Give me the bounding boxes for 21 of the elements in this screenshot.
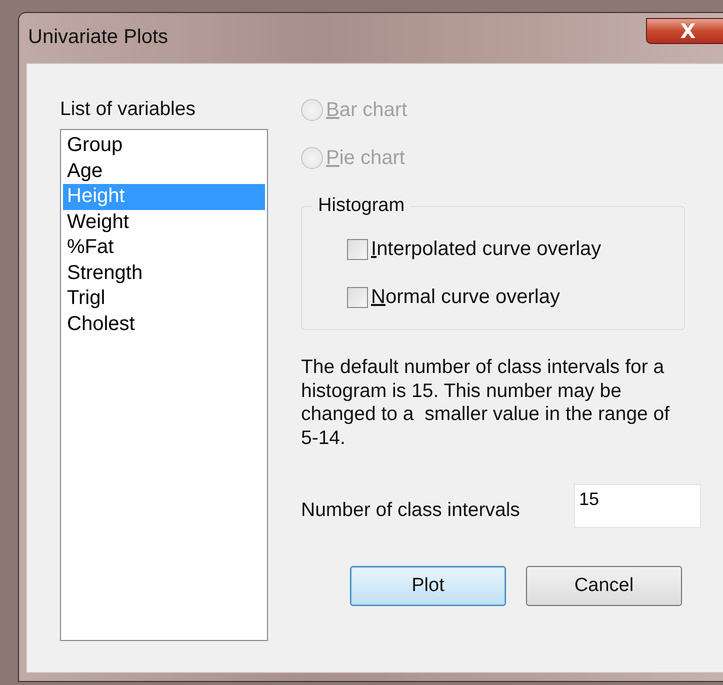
input-field[interactable]: 15: [574, 484, 701, 528]
list-item[interactable]: Strength: [63, 260, 265, 286]
checkbox[interactable]: [347, 286, 368, 308]
list-item[interactable]: Group: [63, 133, 265, 158]
checkbox-label[interactable]: Interpolated curve overlay: [371, 238, 602, 260]
list-item[interactable]: Weight: [63, 210, 265, 235]
checkbox-label[interactable]: Normal curve overlay: [371, 286, 560, 308]
list-label: List of variables: [60, 98, 196, 120]
list-item[interactable]: Age: [63, 158, 265, 184]
list-item[interactable]: Trigl: [63, 286, 265, 312]
close-button[interactable]: X: [646, 18, 723, 44]
dialog-button[interactable]: Cancel: [526, 566, 682, 606]
window-title: Univariate Plots: [28, 26, 168, 49]
checkbox[interactable]: [347, 238, 368, 260]
field-label: Number of class intervals: [301, 498, 521, 522]
dialog-button[interactable]: Plot: [350, 566, 506, 606]
group-title: Histogram: [317, 195, 406, 217]
list-item[interactable]: Cholest: [63, 312, 265, 337]
note-text: The default number of class intervals for a histogram is 15. This number may be changed to a smaller value in the range of 5-14.: [301, 356, 671, 450]
variable-list[interactable]: Group Age Height Weight %Fat Strength Trigl Cholest: [60, 129, 268, 641]
list-item[interactable]: %Fat: [63, 235, 265, 260]
